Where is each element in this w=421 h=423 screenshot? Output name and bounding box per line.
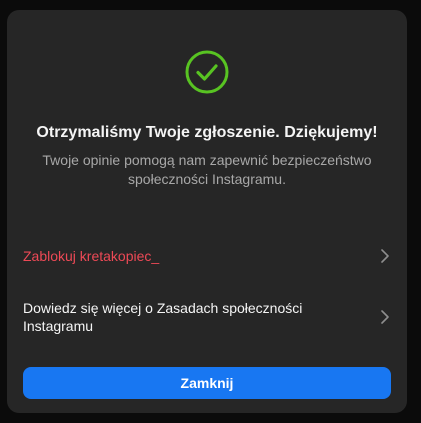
report-confirmation-dialog: Otrzymaliśmy Twoje zgłoszenie. Dziękujem… bbox=[7, 10, 407, 413]
block-user-label: Zablokuj kretakopiec_ bbox=[23, 248, 160, 264]
chevron-right-icon bbox=[379, 309, 391, 325]
dialog-title: Otrzymaliśmy Twoje zgłoszenie. Dziękujem… bbox=[36, 124, 378, 141]
chevron-right-icon bbox=[379, 248, 391, 264]
community-guidelines-row[interactable]: Dowiedz się więcej o Zasadach społecznoś… bbox=[23, 297, 391, 337]
community-guidelines-label: Dowiedz się więcej o Zasadach społecznoś… bbox=[23, 300, 303, 334]
check-circle-icon bbox=[185, 50, 229, 94]
dialog-subtitle: Twoje opinie pomogą nam zapewnić bezpiec… bbox=[42, 152, 372, 187]
block-user-row[interactable]: Zablokuj kretakopiec_ bbox=[23, 244, 391, 268]
close-button[interactable]: Zamknij bbox=[23, 367, 391, 399]
